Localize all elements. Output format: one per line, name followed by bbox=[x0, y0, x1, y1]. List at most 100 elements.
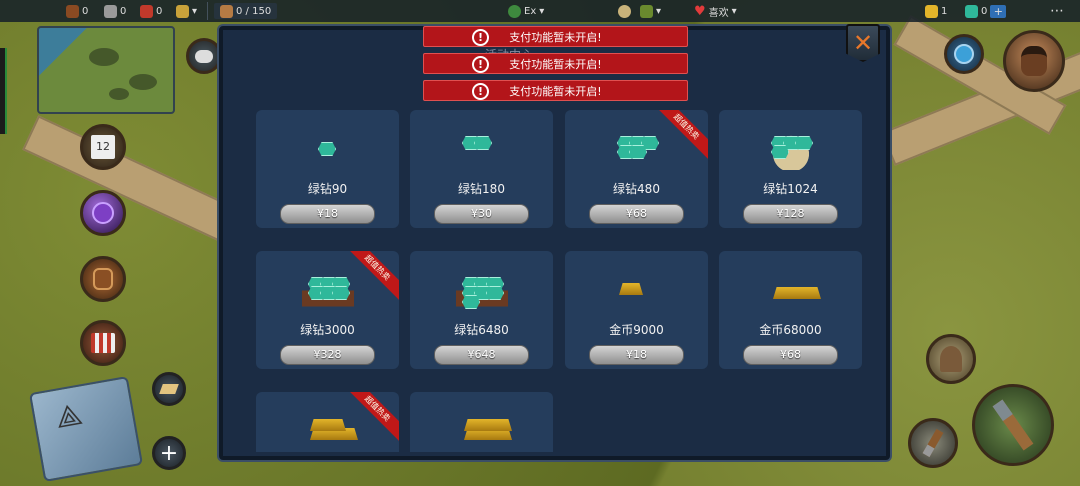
product-name: 金币9000 bbox=[609, 323, 664, 337]
world-button[interactable] bbox=[944, 34, 984, 74]
hammer-icon bbox=[992, 399, 1034, 451]
buy-button[interactable]: ¥128 bbox=[743, 204, 838, 224]
forest-patch bbox=[89, 48, 119, 66]
meat-resource: 0 bbox=[140, 3, 162, 19]
buy-button[interactable]: ¥30 bbox=[434, 204, 529, 224]
side-edge-tab[interactable] bbox=[0, 48, 7, 134]
chat-button[interactable] bbox=[186, 38, 222, 74]
buy-button[interactable]: ¥68 bbox=[743, 345, 838, 365]
product-card[interactable]: 绿钻480 ¥68 超值热卖 bbox=[565, 110, 708, 228]
faction-dropdown[interactable]: Ex ▾ bbox=[508, 3, 544, 19]
product-name: 绿钻6480 bbox=[454, 323, 509, 337]
warning-icon: ! bbox=[472, 83, 489, 100]
close-icon: ✕ bbox=[852, 29, 874, 57]
product-name: 绿钻480 bbox=[613, 182, 660, 196]
food-dropdown[interactable]: ▾ bbox=[618, 3, 661, 19]
market-stall-icon bbox=[91, 333, 115, 353]
attack-button[interactable] bbox=[972, 384, 1054, 466]
product-card[interactable]: 绿钻3000 ¥328 超值热卖 bbox=[256, 251, 399, 369]
gem-shard bbox=[332, 286, 350, 300]
gather-button[interactable] bbox=[926, 334, 976, 384]
layers-button[interactable] bbox=[152, 372, 186, 406]
gold-heap-icon bbox=[302, 406, 358, 452]
blueprint-map-button[interactable]: ⟁ bbox=[28, 376, 144, 482]
gem-shard bbox=[474, 136, 492, 150]
herb-icon bbox=[640, 4, 653, 18]
product-card[interactable]: 金币9000 ¥18 bbox=[565, 251, 708, 369]
gem-pile-icon bbox=[456, 124, 508, 170]
forest-patch bbox=[109, 88, 129, 100]
gold-bars-icon bbox=[765, 265, 821, 311]
resource-bar: 0 0 0 ▾ 0 / 150 Ex ▾ ▾ ♥ 喜欢 ▾ 1 0 + ⋯ bbox=[0, 0, 1080, 22]
product-card[interactable] bbox=[410, 392, 553, 452]
market-button[interactable] bbox=[80, 320, 126, 366]
gem-cart-icon bbox=[302, 265, 354, 311]
potion-button[interactable] bbox=[80, 190, 126, 236]
buy-button[interactable]: ¥68 bbox=[589, 204, 684, 224]
meat-count: 0 bbox=[156, 5, 163, 17]
shovel-icon bbox=[922, 428, 944, 458]
gold-icon bbox=[925, 4, 938, 18]
product-name: 绿钻1024 bbox=[763, 182, 818, 196]
hero-avatar[interactable] bbox=[1003, 30, 1065, 92]
build-plus-button[interactable]: + bbox=[152, 436, 186, 470]
gem-shard bbox=[318, 142, 336, 156]
payment-unavailable-alert: ! 支付功能暂未开启! bbox=[423, 53, 688, 74]
stone-resource: 0 bbox=[104, 3, 126, 19]
gold-bar bbox=[619, 283, 643, 295]
potion-icon bbox=[92, 202, 114, 224]
gem-shard bbox=[462, 295, 480, 309]
calendar-icon: 12 bbox=[91, 135, 115, 159]
product-card[interactable]: 绿钻180 ¥30 bbox=[410, 110, 553, 228]
chevron-down-icon: ▾ bbox=[731, 5, 737, 17]
compass-icon: ⟁ bbox=[52, 396, 86, 436]
favorite-dropdown[interactable]: ♥ 喜欢 ▾ bbox=[694, 3, 737, 19]
wood-resource: 0 bbox=[66, 3, 88, 19]
wood-icon bbox=[66, 4, 79, 18]
chat-icon bbox=[195, 49, 213, 63]
warning-icon: ! bbox=[472, 56, 489, 73]
product-card[interactable]: 金币68000 ¥68 bbox=[719, 251, 862, 369]
horn-icon bbox=[940, 346, 962, 372]
buy-button[interactable]: ¥18 bbox=[589, 345, 684, 365]
gem-shard bbox=[486, 286, 504, 300]
meat-icon bbox=[140, 4, 153, 18]
chevron-down-icon: ▾ bbox=[192, 5, 198, 17]
settings-button[interactable]: ⋯ bbox=[1050, 3, 1064, 19]
layers-icon bbox=[159, 384, 179, 394]
alert-text: 支付功能暂未开启! bbox=[509, 57, 602, 71]
buy-button[interactable]: ¥18 bbox=[280, 204, 375, 224]
product-card[interactable]: 绿钻1024 ¥128 bbox=[719, 110, 862, 228]
wood-count: 0 bbox=[82, 5, 89, 17]
dig-button[interactable] bbox=[908, 418, 958, 468]
favorite-label: 喜欢 bbox=[708, 7, 729, 19]
alert-text: 支付功能暂未开启! bbox=[509, 84, 602, 98]
product-name: 绿钻90 bbox=[307, 182, 348, 196]
divider bbox=[207, 2, 208, 20]
building-icon bbox=[176, 4, 189, 18]
gem-small-icon bbox=[302, 124, 354, 170]
minimap[interactable] bbox=[37, 26, 175, 114]
buy-button[interactable]: ¥328 bbox=[280, 345, 375, 365]
product-name: 绿钻3000 bbox=[300, 323, 355, 337]
product-card[interactable]: 超值热卖 bbox=[256, 392, 399, 452]
buy-button[interactable]: ¥648 bbox=[434, 345, 529, 365]
building-dropdown[interactable]: ▾ bbox=[176, 3, 197, 19]
backpack-button[interactable] bbox=[80, 256, 126, 302]
payment-unavailable-alert: ! 支付功能暂未开启! bbox=[423, 26, 688, 47]
product-name: 金币68000 bbox=[759, 323, 822, 337]
calendar-button[interactable]: 12 bbox=[80, 124, 126, 170]
payment-unavailable-alert: ! 支付功能暂未开启! bbox=[423, 80, 688, 101]
product-card[interactable]: 绿钻6480 ¥648 bbox=[410, 251, 553, 369]
population-icon bbox=[220, 4, 233, 18]
gem-shard bbox=[795, 136, 813, 150]
hero-portrait-icon bbox=[1021, 46, 1047, 76]
gold-stack-icon bbox=[456, 406, 512, 452]
gold-bar bbox=[322, 419, 346, 431]
add-gems-button[interactable]: + bbox=[990, 4, 1007, 18]
population-counter: 0 / 150 bbox=[214, 3, 278, 19]
bowl-icon bbox=[618, 4, 631, 18]
gem-shard bbox=[629, 145, 647, 159]
product-card[interactable]: 绿钻90 ¥18 bbox=[256, 110, 399, 228]
gold-resource: 1 bbox=[925, 3, 947, 19]
